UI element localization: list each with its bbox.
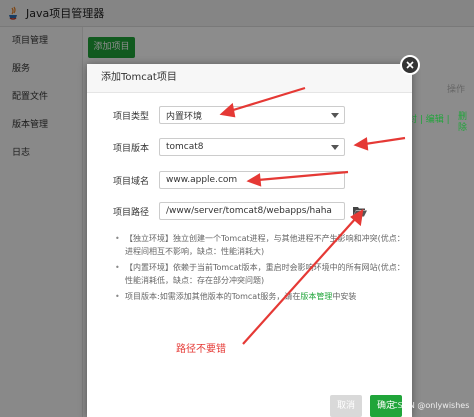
- tip-version: 项目版本:如需添加其他版本的Tomcat服务，请在版本管理中安装: [115, 290, 405, 303]
- project-version-select[interactable]: tomcat8: [159, 138, 345, 156]
- table-header-operation: 操作: [447, 85, 466, 95]
- watermark: CSDN @onlywishes: [392, 401, 470, 410]
- row-delete-link[interactable]: 删除: [458, 112, 468, 134]
- tip-standalone: 【独立环境】独立创建一个Tomcat进程，与其他进程不产生影响和冲突(优点：进程…: [115, 232, 405, 258]
- type-label: 项目类型: [112, 111, 149, 122]
- tips-list: 【独立环境】独立创建一个Tomcat进程，与其他进程不产生影响和冲突(优点：进程…: [115, 232, 405, 306]
- form-row-type: 项目类型 内置环境: [87, 106, 345, 124]
- add-tomcat-dialog: 添加Tomcat项目 项目类型 内置环境 项目版本 tomcat8 项目域名 w…: [87, 64, 412, 417]
- cancel-button[interactable]: 取消: [330, 395, 362, 417]
- tip-builtin: 【内置环境】依赖于当前Tomcat版本，重启时会影响环境中的所有网站(优点：性能…: [115, 261, 405, 287]
- form-row-domain: 项目域名 www.apple.com: [87, 171, 345, 189]
- dialog-title: 添加Tomcat项目: [87, 64, 412, 93]
- form-row-version: 项目版本 tomcat8: [87, 138, 345, 156]
- close-dialog-button[interactable]: [400, 55, 420, 75]
- close-icon: [406, 61, 414, 69]
- version-label: 项目版本: [112, 143, 149, 154]
- project-version-value: tomcat8: [166, 142, 204, 152]
- chevron-down-icon: [331, 144, 339, 150]
- tip-version-suffix: 中安装: [332, 292, 357, 301]
- project-domain-input[interactable]: www.apple.com: [159, 171, 345, 189]
- form-row-path: 项目路径 /www/server/tomcat8/webapps/haha: [87, 202, 367, 220]
- project-path-input[interactable]: /www/server/tomcat8/webapps/haha: [159, 202, 345, 220]
- path-label: 项目路径: [112, 207, 149, 218]
- chevron-down-icon: [331, 112, 339, 118]
- version-management-link[interactable]: 版本管理: [300, 292, 332, 301]
- tip-version-prefix: 项目版本:如需添加其他版本的Tomcat服务，请在: [125, 292, 301, 301]
- folder-open-icon[interactable]: [353, 206, 367, 217]
- project-type-select[interactable]: 内置环境: [159, 106, 345, 124]
- path-warning-annotation: 路径不要错: [176, 344, 226, 355]
- domain-label: 项目域名: [112, 176, 149, 187]
- project-type-value: 内置环境: [166, 111, 203, 122]
- row-action-links[interactable]: 封 | 编辑 |: [408, 112, 450, 125]
